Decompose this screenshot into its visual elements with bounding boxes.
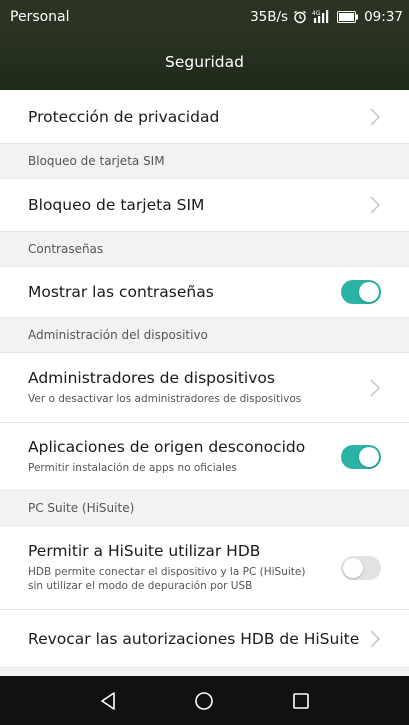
privacy-protection-title: Protección de privacidad (28, 107, 220, 126)
sim-lock-title: Bloqueo de tarjeta SIM (28, 196, 205, 214)
hisuite-hdb-toggle[interactable] (341, 555, 381, 580)
toggle-knob (343, 557, 363, 578)
unknown-sources-subtitle: Permitir instalación de apps no oficiale… (28, 462, 237, 475)
home-icon[interactable] (184, 681, 224, 721)
recents-icon[interactable] (281, 681, 321, 721)
device-admins-item[interactable]: Administradores de dispositivos Ver o de… (0, 353, 409, 423)
hisuite-hdb-title: Permitir a HiSuite utilizar HDB (28, 542, 261, 561)
status-bar: Personal 35B/s 4G 09:37 (0, 0, 409, 33)
hisuite-hdb-subtitle-line1: HDB permite conectar el dispositivo y la… (28, 566, 306, 579)
clock-time: 09:37 (364, 8, 403, 25)
svg-text:4G: 4G (312, 10, 321, 17)
network-speed: 35B/s (250, 8, 289, 25)
hisuite-hdb-item[interactable]: Permitir a HiSuite utilizar HDB HDB perm… (0, 526, 409, 610)
unknown-sources-title: Aplicaciones de origen desconocido (28, 438, 306, 457)
toggle-knob (359, 446, 379, 467)
hisuite-hdb-subtitle-line2: sin utilizar el modo de depuración por U… (28, 580, 253, 592)
status-icons: 35B/s 4G 09:37 (250, 9, 403, 25)
settings-list: Protección de privacidad Bloqueo de tarj… (0, 90, 409, 676)
list-bottom-spacer (0, 668, 409, 676)
unknown-sources-item[interactable]: Aplicaciones de origen desconocido Permi… (0, 423, 409, 491)
carrier-name: Personal (10, 8, 70, 25)
revoke-hdb-title: Revocar las autorizaciones HDB de HiSuit… (28, 629, 360, 648)
device-admins-subtitle: Ver o desactivar los administradores de … (28, 393, 302, 406)
toggle-knob (359, 282, 379, 302)
section-header-pc-suite: PC Suite (HiSuite) (0, 491, 409, 526)
chevron-right-icon (370, 378, 381, 397)
show-passwords-title: Mostrar las contraseñas (28, 283, 214, 301)
section-header-sim: Bloqueo de tarjeta SIM (0, 144, 409, 179)
section-header-passwords: Contraseñas (0, 232, 409, 267)
unknown-sources-toggle[interactable] (341, 444, 381, 469)
device-admins-title: Administradores de dispositivos (28, 369, 275, 388)
sim-lock-item[interactable]: Bloqueo de tarjeta SIM (0, 179, 409, 232)
battery-icon (337, 10, 359, 23)
revoke-hdb-item[interactable]: Revocar las autorizaciones HDB de HiSuit… (0, 610, 409, 668)
show-passwords-toggle[interactable] (341, 280, 381, 304)
privacy-protection-item[interactable]: Protección de privacidad (0, 90, 409, 144)
navigation-bar (0, 676, 409, 725)
alarm-icon (293, 10, 307, 24)
chevron-right-icon (370, 196, 381, 214)
section-header-device-admin: Administración del dispositivo (0, 318, 409, 353)
signal-4g-icon: 4G (312, 9, 332, 24)
show-passwords-item[interactable]: Mostrar las contraseñas (0, 267, 409, 318)
chevron-right-icon (370, 107, 381, 126)
title-bar: Seguridad (0, 33, 409, 90)
back-icon[interactable] (88, 681, 128, 721)
page-title: Seguridad (165, 52, 244, 71)
chevron-right-icon (370, 629, 381, 648)
